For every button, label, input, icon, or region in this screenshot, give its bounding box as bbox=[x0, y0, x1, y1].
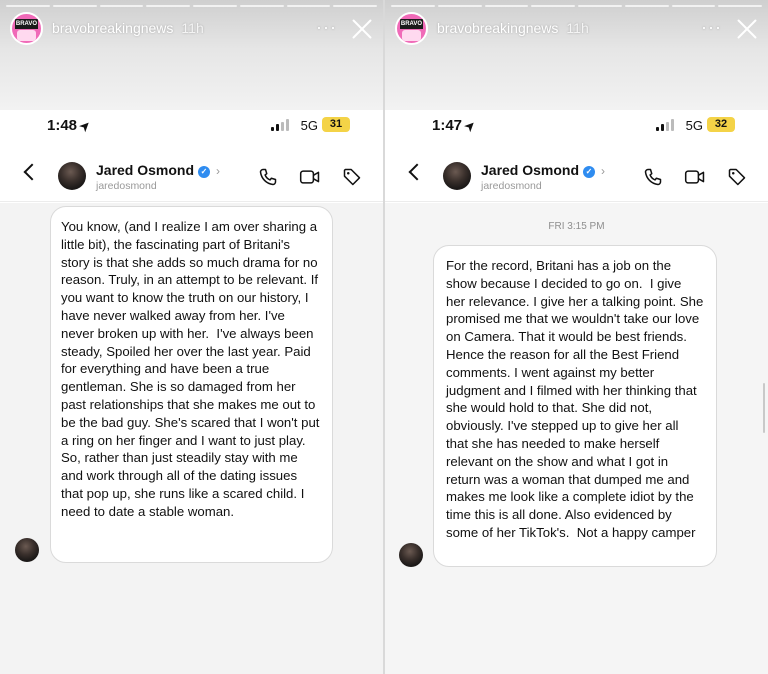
message-date: FRI 3:15 PM bbox=[548, 221, 605, 232]
story-time: 11h bbox=[566, 20, 589, 36]
story-progress bbox=[391, 5, 762, 7]
sender-avatar[interactable] bbox=[15, 538, 39, 562]
story-avatar[interactable]: BRAVO bbox=[395, 12, 428, 45]
story-panel-left: BRAVO bravobreakingnews 11h ··· 1:48➤ 5G … bbox=[0, 0, 383, 674]
location-arrow-icon: ➤ bbox=[76, 117, 94, 135]
more-icon[interactable]: ··· bbox=[316, 17, 337, 38]
close-icon[interactable] bbox=[351, 18, 373, 40]
message-bubble[interactable]: For the record, Britani has a job on the… bbox=[433, 245, 717, 567]
story-username[interactable]: bravobreakingnews 11h bbox=[437, 20, 589, 36]
verified-badge-icon: ✓ bbox=[198, 166, 211, 178]
message-bubble[interactable]: You know, (and I realize I am over shari… bbox=[50, 206, 333, 563]
story-header: BRAVO bravobreakingnews 11h ··· bbox=[385, 0, 768, 110]
network-label: 5G bbox=[300, 118, 318, 133]
video-camera-icon[interactable] bbox=[299, 167, 321, 187]
contact-name[interactable]: Jared Osmond ✓ › bbox=[481, 162, 605, 178]
status-time: 1:48➤ bbox=[47, 117, 94, 135]
scrollbar[interactable] bbox=[763, 383, 765, 433]
signal-icon bbox=[271, 119, 289, 131]
profile-avatar[interactable] bbox=[443, 162, 471, 190]
tag-icon[interactable] bbox=[341, 167, 363, 187]
story-avatar[interactable]: BRAVO bbox=[10, 12, 43, 45]
video-camera-icon[interactable] bbox=[684, 167, 706, 187]
story-username[interactable]: bravobreakingnews 11h bbox=[52, 20, 204, 36]
tag-icon[interactable] bbox=[726, 167, 748, 187]
profile-avatar[interactable] bbox=[58, 162, 86, 190]
story-avatar-logo: BRAVO bbox=[400, 19, 423, 29]
phone-icon[interactable] bbox=[257, 167, 279, 187]
story-progress bbox=[6, 5, 377, 7]
message-thread: FRI 3:15 PM For the record, Britani has … bbox=[385, 203, 768, 674]
more-icon[interactable]: ··· bbox=[701, 17, 722, 38]
network-label: 5G bbox=[685, 118, 703, 133]
back-chevron-icon[interactable] bbox=[23, 163, 41, 181]
status-bar: 1:47➤ 5G 32 bbox=[385, 112, 768, 140]
location-arrow-icon: ➤ bbox=[461, 117, 479, 135]
contact-name[interactable]: Jared Osmond ✓ › bbox=[96, 162, 220, 178]
story-time: 11h bbox=[181, 20, 204, 36]
contact-handle: jaredosmond bbox=[96, 180, 157, 192]
story-header: BRAVO bravobreakingnews 11h ··· bbox=[0, 0, 383, 110]
chat-header: Jared Osmond ✓ › jaredosmond bbox=[0, 152, 383, 202]
chevron-right-icon: › bbox=[216, 164, 221, 178]
message-thread: You know, (and I realize I am over shari… bbox=[0, 203, 383, 674]
chat-header: Jared Osmond ✓ › jaredosmond bbox=[385, 152, 768, 202]
battery-icon: 32 bbox=[707, 117, 735, 132]
story-panel-right: BRAVO bravobreakingnews 11h ··· 1:47➤ 5G … bbox=[385, 0, 768, 674]
phone-icon[interactable] bbox=[642, 167, 664, 187]
signal-icon bbox=[656, 119, 674, 131]
verified-badge-icon: ✓ bbox=[583, 166, 596, 178]
back-chevron-icon[interactable] bbox=[408, 163, 426, 181]
contact-handle: jaredosmond bbox=[481, 180, 542, 192]
chevron-right-icon: › bbox=[601, 164, 606, 178]
close-icon[interactable] bbox=[736, 18, 758, 40]
battery-icon: 31 bbox=[322, 117, 350, 132]
status-bar: 1:48➤ 5G 31 bbox=[0, 112, 383, 140]
story-avatar-logo: BRAVO bbox=[15, 19, 38, 29]
sender-avatar[interactable] bbox=[399, 543, 423, 567]
status-time: 1:47➤ bbox=[432, 117, 479, 135]
